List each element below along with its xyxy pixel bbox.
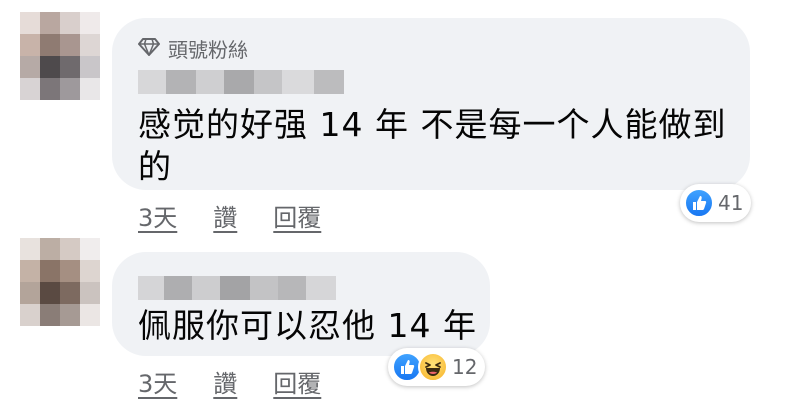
like-button[interactable]: 讚	[213, 198, 237, 233]
avatar[interactable]	[20, 12, 100, 100]
timestamp-link[interactable]: 3天	[138, 198, 177, 233]
comment-actions: 3天 讚 回覆	[138, 364, 321, 399]
reaction-summary[interactable]: 12	[388, 348, 486, 386]
reaction-summary[interactable]: 41	[680, 184, 752, 222]
like-icon	[684, 188, 714, 218]
badge-label: 頭號粉絲	[168, 38, 248, 62]
comment-actions: 3天 讚 回覆	[138, 198, 321, 233]
diamond-icon	[138, 37, 160, 61]
reply-button[interactable]: 回覆	[273, 198, 321, 233]
avatar[interactable]	[20, 238, 100, 326]
reply-button[interactable]: 回覆	[273, 364, 321, 399]
like-button[interactable]: 讚	[213, 364, 237, 399]
top-fan-badge: 頭號粉絲	[138, 34, 248, 63]
timestamp-link[interactable]: 3天	[138, 364, 177, 399]
comment-text: 感觉的好强 14 年 不是每一个人能做到 的	[138, 105, 727, 186]
commenter-name[interactable]	[138, 276, 336, 300]
reaction-count: 41	[718, 191, 744, 215]
reaction-count: 12	[452, 355, 478, 379]
comment-text: 佩服你可以忍他 14 年	[138, 306, 477, 345]
haha-icon	[418, 352, 448, 382]
commenter-name[interactable]	[138, 70, 344, 94]
